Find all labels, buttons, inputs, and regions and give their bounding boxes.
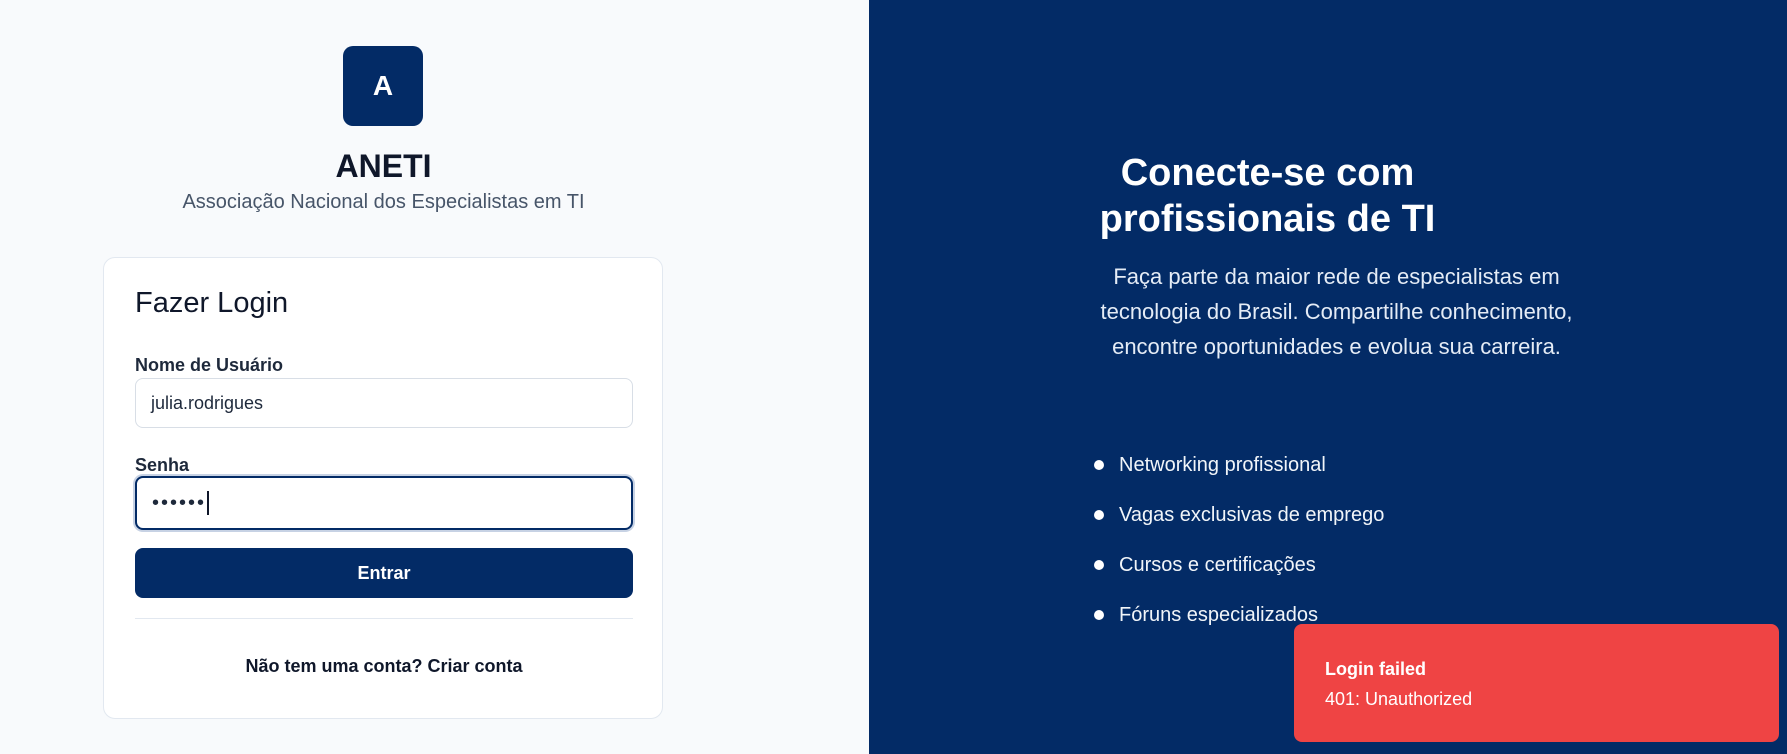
create-account-link[interactable]: Criar conta	[428, 656, 523, 676]
username-value: julia.rodrigues	[151, 392, 264, 413]
login-panel: A ANETI Associação Nacional dos Especial…	[0, 0, 869, 754]
divider	[135, 618, 633, 619]
password-input[interactable]: ••••••	[135, 476, 633, 530]
logo-letter: A	[372, 70, 394, 101]
feature-item: Vagas exclusivas de emprego	[1094, 490, 1384, 540]
hero-title-line1: Conecte-se com	[1120, 152, 1415, 194]
feature-text: Networking profissional	[1119, 453, 1326, 476]
password-value: ••••••	[152, 491, 207, 514]
feature-list: Networking profissional Vagas exclusivas…	[1094, 440, 1384, 640]
hero-title: Conecte-se com profissionais de TI	[869, 150, 1666, 242]
hero-description: Faça parte da maior rede de especialista…	[1100, 264, 1573, 359]
feature-item: Networking profissional	[1094, 440, 1384, 490]
feature-text: Fóruns especializados	[1119, 603, 1318, 626]
bullet-icon	[1094, 460, 1104, 470]
bullet-icon	[1094, 560, 1104, 570]
brand-name: ANETI	[335, 148, 432, 184]
username-input[interactable]: julia.rodrigues	[135, 378, 633, 428]
username-label: Nome de Usuário	[135, 355, 284, 375]
feature-item: Cursos e certificações	[1094, 540, 1384, 590]
password-label: Senha	[135, 455, 190, 475]
toast-message: 401: Unauthorized	[1325, 689, 1473, 709]
brand-logo: A	[343, 46, 423, 126]
feature-text: Vagas exclusivas de emprego	[1119, 503, 1385, 526]
toast-title: Login failed	[1325, 659, 1426, 679]
signup-row: Não tem uma conta? Criar conta	[104, 656, 664, 677]
login-title: Fazer Login	[135, 287, 289, 319]
feature-text: Cursos e certificações	[1119, 553, 1316, 576]
text-caret	[207, 491, 210, 515]
bullet-icon	[1094, 610, 1104, 620]
login-button[interactable]: Entrar	[135, 548, 633, 598]
hero-title-line2: profissionais de TI	[1099, 198, 1436, 240]
signup-prompt: Não tem uma conta?	[245, 656, 423, 676]
error-toast[interactable]: Login failed 401: Unauthorized	[1294, 624, 1779, 742]
brand-tagline: Associação Nacional dos Especialistas em…	[182, 191, 585, 213]
login-card: Fazer Login Nome de Usuário julia.rodrig…	[103, 257, 663, 719]
bullet-icon	[1094, 510, 1104, 520]
